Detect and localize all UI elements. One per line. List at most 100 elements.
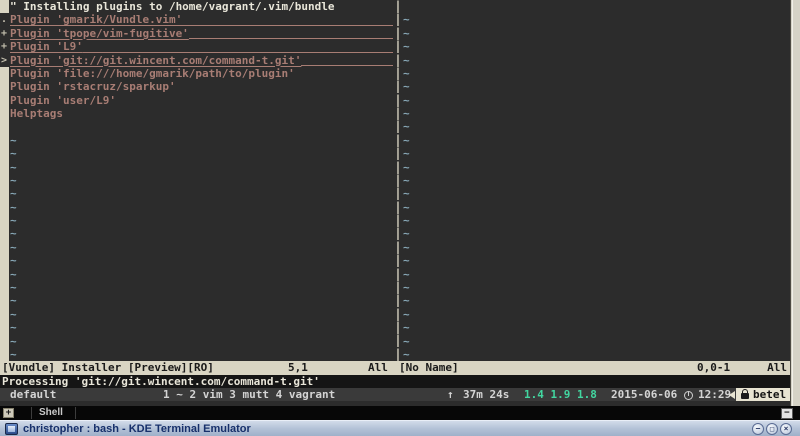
buffer-line-text: Helptags [10,107,63,120]
byobu-time: 12:29 [698,388,731,402]
buffer-line: Plugin 'user/L9' [10,94,393,107]
buffer-line: Plugin 'git://git.wincent.com/command-t.… [10,54,393,67]
byobu-session-name: default [10,388,56,402]
new-tab-button[interactable]: + [3,408,14,418]
empty-line-tilde: ~ [10,214,393,227]
buffer-line-text: Plugin 'rstacruz/sparkup' [10,80,176,93]
statusline-right-position: 0,0-1 [697,361,730,375]
buffer-line: Plugin 'file:///home/gmarik/path/to/plug… [10,67,393,80]
buffer-line: Plugin 'gmarik/Vundle.vim' [10,13,393,26]
window-titlebar[interactable]: christopher : bash - KDE Terminal Emulat… [0,420,800,436]
empty-line-tilde: ~ [403,107,783,120]
empty-line-tilde: ~ [403,161,783,174]
empty-line-tilde: ~ [10,308,393,321]
empty-line-tilde: ~ [403,241,783,254]
vundle-status-marker: + [1,27,9,40]
empty-line-tilde: ~ [403,201,783,214]
empty-line-tilde: ~ [403,281,783,294]
empty-line-tilde: ~ [403,335,783,348]
empty-line-tilde: ~ [403,321,783,334]
underline-fill [301,54,393,67]
tab-shell[interactable]: Shell [39,406,63,420]
empty-line-tilde: ~ [10,335,393,348]
byobu-hostname: betel [753,388,786,402]
empty-line-tilde: ~ [403,13,783,26]
empty-line-tilde: ~ [10,147,393,160]
empty-line-tilde: ~ [403,27,783,40]
empty-line-tilde: ~ [403,40,783,53]
statusline-right-file: [No Name] [399,361,459,375]
empty-line-tilde: ~ [403,227,783,240]
vim-command-message: Processing 'git://git.wincent.com/comman… [2,375,320,389]
tabbar-menu-button[interactable]: − [781,408,793,419]
byobu-load-average: 1.4 1.9 1.8 [524,388,597,402]
empty-line-tilde: ~ [10,201,393,214]
empty-line-tilde: ~ [403,268,783,281]
konsole-window: " Installing plugins to /home/vagrant/.v… [0,0,800,436]
statusline-left-scroll: All [368,361,388,375]
empty-line-tilde: ~ [10,187,393,200]
uptime-arrow-icon: ↑ [447,388,454,402]
buffer-line: Plugin 'L9' [10,40,393,53]
statusline-right-scroll: All [767,361,787,375]
vim-window-vundle[interactable]: " Installing plugins to /home/vagrant/.v… [0,0,394,362]
byobu-window-list: 1 ~ 2 vim 3 mutt 4 vagrant [163,388,335,402]
empty-line-tilde: ~ [10,348,393,361]
gutter-top-block [0,0,9,13]
hostname-badge-notch [729,391,735,399]
buffer-line-text: Plugin 'git://git.wincent.com/command-t.… [10,54,301,67]
buffer-line-text: Plugin 'gmarik/Vundle.vim' [10,13,182,26]
empty-line-tilde: ~ [403,67,783,80]
vim-command-line: Processing 'git://git.wincent.com/comman… [0,375,800,388]
hostname-badge: betel [736,388,791,401]
buffer-line-text: Plugin 'user/L9' [10,94,116,107]
byobu-uptime: 37m 24s [463,388,509,402]
empty-line-tilde: ~ [403,147,783,160]
vim-window-noname[interactable]: ~~~~~~~~~~~~~~~~~~~~~~~~~~ [395,0,790,362]
empty-line-tilde: ~ [10,241,393,254]
empty-line-tilde: ~ [10,281,393,294]
buffer-line-text: Plugin 'file:///home/gmarik/path/to/plug… [10,67,295,80]
clock-icon [684,391,693,400]
gutter-strip [0,67,9,362]
tab-separator [75,407,76,419]
buffer-line-text: Plugin 'L9' [10,40,83,53]
window-title: christopher : bash - KDE Terminal Emulat… [23,421,251,436]
vundle-status-marker: . [1,13,9,26]
lock-icon [741,393,749,399]
maximize-button[interactable]: □ [766,423,778,435]
konsole-app-icon [5,423,18,435]
tab-bar: + Shell − [0,406,800,420]
empty-line-tilde: ~ [10,294,393,307]
buffer-line: Plugin 'tpope/vim-fugitive' [10,27,393,40]
empty-line-tilde: ~ [403,308,783,321]
terminal-viewport[interactable]: " Installing plugins to /home/vagrant/.v… [0,0,800,406]
empty-line-tilde: ~ [403,120,783,133]
vim-statusline: [Vundle] Installer [Preview][RO] 5,1 All… [0,361,800,374]
empty-line-tilde: ~ [10,134,393,147]
statusline-left-position: 5,1 [288,361,308,375]
byobu-date: 2015-06-06 [611,388,677,402]
buffer-line-text: Plugin 'tpope/vim-fugitive' [10,27,189,40]
empty-line-tilde: ~ [403,80,783,93]
empty-line-tilde: ~ [403,348,783,361]
underline-fill [83,40,393,53]
byobu-status-bar: default 1 ~ 2 vim 3 mutt 4 vagrant ↑ 37m… [0,388,800,401]
empty-line-tilde: ~ [403,134,783,147]
empty-line-tilde: ~ [403,187,783,200]
minimize-button[interactable]: − [752,423,764,435]
underline-fill [189,27,393,40]
empty-line-tilde: ~ [403,214,783,227]
close-button[interactable]: × [780,423,792,435]
empty-line-tilde: ~ [10,254,393,267]
buffer-line: Helptags [10,107,393,120]
terminal-scrollbar[interactable] [790,0,800,406]
buffer-line: Plugin 'rstacruz/sparkup' [10,80,393,93]
empty-line-tilde: ~ [10,161,393,174]
vundle-sign-column: .++> [0,0,9,362]
empty-line-tilde: ~ [403,254,783,267]
empty-line-tilde: ~ [403,54,783,67]
empty-line-tilde: ~ [403,294,783,307]
tab-separator [31,407,32,419]
vundle-status-marker: > [1,54,9,67]
